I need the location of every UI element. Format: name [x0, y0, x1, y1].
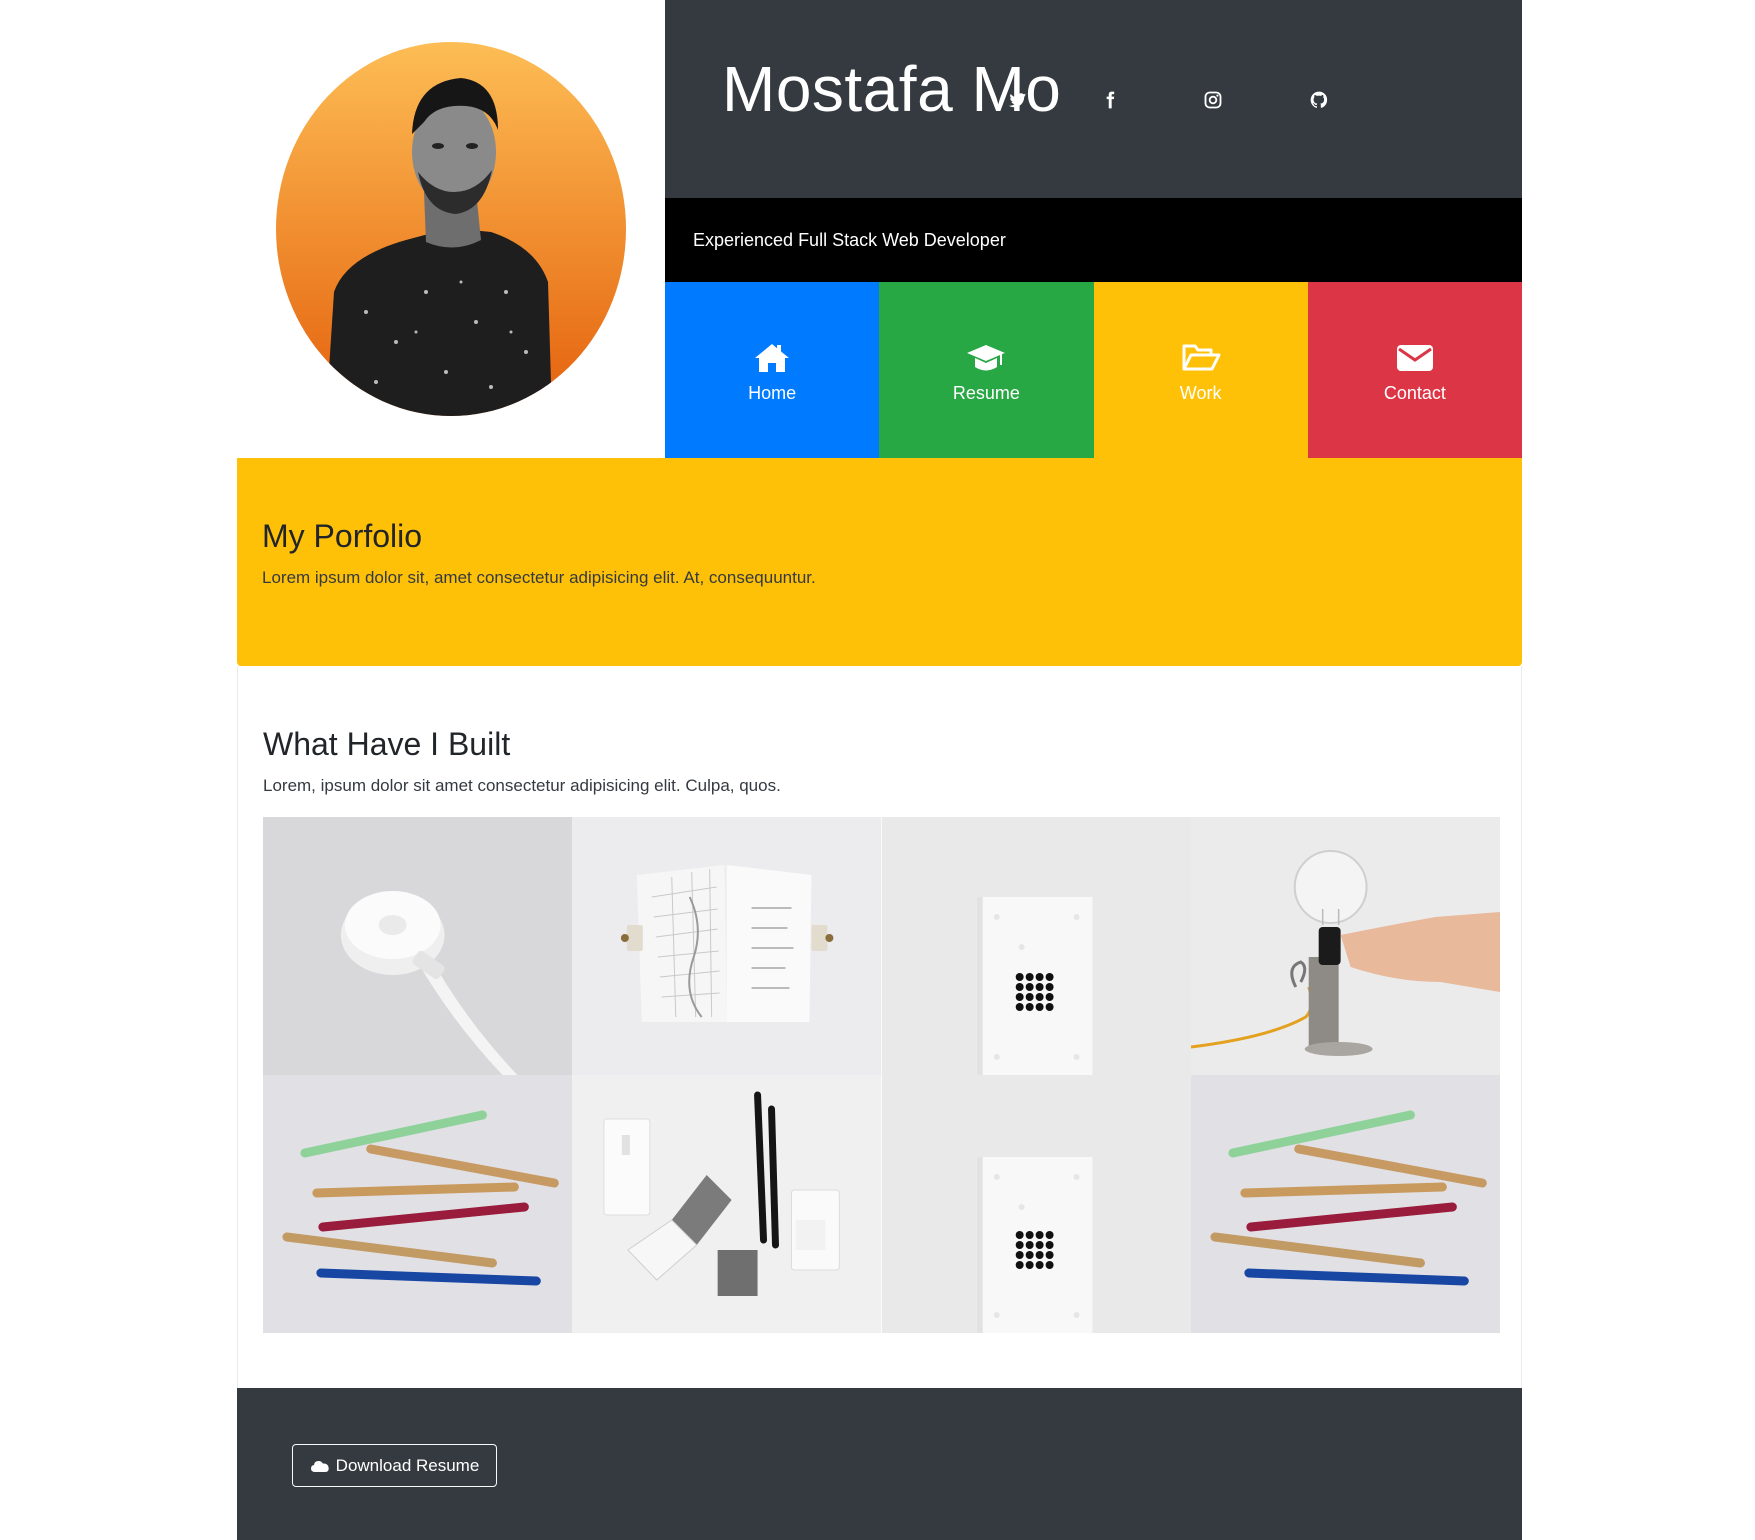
built-text: Lorem, ipsum dolor sit amet consectetur …: [263, 776, 781, 795]
twitter-icon[interactable]: [1004, 86, 1032, 114]
facebook-icon[interactable]: [1096, 86, 1124, 114]
home-icon: [755, 343, 790, 372]
nav-work[interactable]: Work: [1093, 282, 1308, 458]
header-name-bar: Mostafa Mo: [665, 0, 1522, 198]
tagline-bar: Experienced Full Stack Web Developer: [665, 198, 1522, 282]
envelope-icon: [1396, 344, 1433, 371]
built-title: What Have I Built: [263, 726, 511, 762]
nav-work-label: Work: [1179, 382, 1222, 403]
main-nav: Home Resume Work Contact: [665, 282, 1522, 458]
stationery-set-image[interactable]: [572, 1075, 882, 1333]
graduation-cap-icon: [967, 344, 1006, 370]
download-resume-button[interactable]: Download Resume: [292, 1444, 497, 1487]
portfolio-title: My Porfolio: [262, 518, 423, 554]
folder-open-icon: [1182, 344, 1221, 370]
nav-contact-label: Contact: [1383, 382, 1446, 403]
github-icon[interactable]: [1305, 86, 1333, 114]
portfolio-banner: My Porfolio Lorem ipsum dolor sit, amet …: [237, 458, 1522, 666]
nav-home-label: Home: [748, 382, 797, 403]
page: Mostafa Mo Experienced Full Stack Web De…: [0, 0, 1755, 1540]
portfolio-gallery: [263, 817, 1500, 1333]
colored-pencils-image[interactable]: [263, 1075, 573, 1333]
nav-resume[interactable]: Resume: [879, 282, 1094, 458]
portfolio-text: Lorem ipsum dolor sit, amet consectetur …: [262, 568, 816, 587]
light-bulb-lamp-image[interactable]: [1190, 817, 1500, 1075]
dotted-card-image-2[interactable]: [881, 1075, 1191, 1333]
built-section: What Have I Built Lorem, ipsum dolor sit…: [237, 666, 1522, 1388]
nav-contact[interactable]: Contact: [1307, 282, 1522, 458]
nav-home[interactable]: Home: [665, 282, 880, 458]
tagline: Experienced Full Stack Web Developer: [693, 230, 1006, 250]
colored-pencils-image-2[interactable]: [1190, 1075, 1500, 1333]
watch-charger-image[interactable]: [263, 817, 573, 1075]
dotted-card-image[interactable]: [881, 817, 1191, 1075]
map-booklet-image[interactable]: [572, 817, 882, 1075]
download-resume-label: Download Resume: [335, 1455, 480, 1475]
footer: Download Resume: [237, 1388, 1522, 1540]
profile-avatar: [276, 42, 626, 416]
nav-resume-label: Resume: [952, 382, 1020, 403]
instagram-icon[interactable]: [1199, 86, 1227, 114]
cloud-icon: [310, 1460, 329, 1472]
